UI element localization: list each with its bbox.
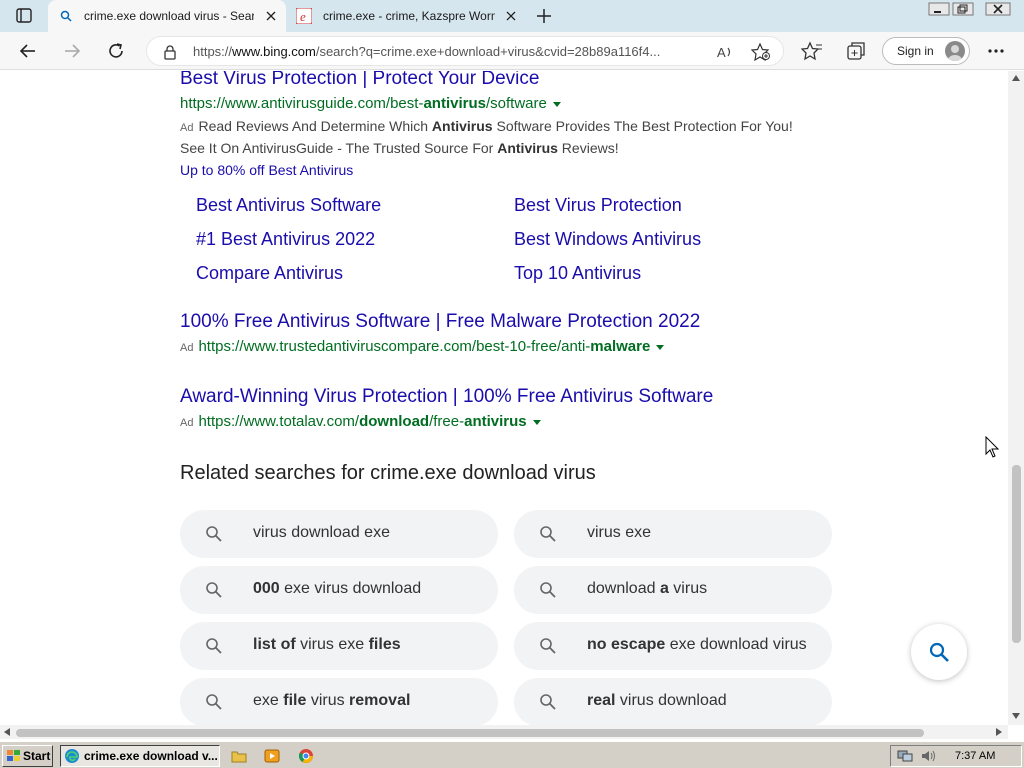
- add-favorite-icon[interactable]: [751, 43, 771, 61]
- scroll-left-icon[interactable]: [4, 728, 10, 736]
- related-search-text: virus download exe: [253, 524, 390, 541]
- search-icon: [60, 10, 72, 22]
- tab-title: crime.exe - crime, Kazspre Worm: [323, 9, 495, 23]
- tab-actions-icon[interactable]: [12, 6, 36, 26]
- ad-title[interactable]: Award-Winning Virus Protection | 100% Fr…: [180, 386, 713, 408]
- ad-sitelink[interactable]: Compare Antivirus: [196, 263, 343, 284]
- windows-logo-icon: [6, 749, 21, 763]
- search-icon: [539, 525, 557, 543]
- address-bar[interactable]: https://www.bing.com/search?q=crime.exe+…: [146, 36, 784, 66]
- folder-icon[interactable]: [231, 748, 247, 764]
- ad-badge: Ad: [180, 122, 194, 134]
- taskbar: Start crime.exe download v... 7:37 AM: [0, 741, 1024, 768]
- collections-icon[interactable]: [845, 40, 867, 62]
- ad-sitelink[interactable]: Best Virus Protection: [514, 195, 682, 216]
- title-bar: crime.exe download virus - Search e crim…: [0, 0, 1024, 32]
- close-icon[interactable]: [264, 9, 278, 23]
- system-tray: 7:37 AM: [890, 745, 1022, 767]
- search-icon: [539, 581, 557, 599]
- volume-icon[interactable]: [921, 749, 937, 763]
- sign-in-button[interactable]: Sign in: [882, 37, 970, 65]
- related-search-text: list of virus exe files: [253, 636, 401, 653]
- caret-down-icon[interactable]: [656, 344, 665, 350]
- related-search-item[interactable]: list of virus exe files: [180, 622, 498, 670]
- minimize-icon[interactable]: [928, 2, 950, 16]
- tab-title: crime.exe download virus - Search: [84, 9, 254, 23]
- ad-sitelink[interactable]: Top 10 Antivirus: [514, 263, 641, 284]
- caret-down-icon[interactable]: [532, 419, 541, 425]
- ad-description: Ad Read Reviews And Determine Which Antiv…: [180, 118, 793, 134]
- search-results-page: Best Virus Protection | Protect Your Dev…: [0, 71, 1008, 725]
- search-icon: [539, 693, 557, 711]
- address-url: https://www.bing.com/search?q=crime.exe+…: [193, 44, 661, 59]
- floating-search-button[interactable]: [911, 624, 967, 680]
- ad-promo-link[interactable]: Up to 80% off Best Antivirus: [180, 162, 353, 178]
- ad-sitelink[interactable]: Best Antivirus Software: [196, 195, 381, 216]
- restore-icon[interactable]: [952, 2, 974, 16]
- start-button[interactable]: Start: [2, 745, 53, 767]
- vertical-scroll-thumb[interactable]: [1012, 465, 1021, 643]
- search-icon: [539, 637, 557, 655]
- lock-icon[interactable]: [163, 44, 177, 60]
- search-icon: [205, 637, 223, 655]
- search-icon: [928, 641, 950, 663]
- related-search-item[interactable]: virus download exe: [180, 510, 498, 558]
- ad-sitelink[interactable]: #1 Best Antivirus 2022: [196, 229, 375, 250]
- tab-crime[interactable]: e crime.exe - crime, Kazspre Worm: [288, 0, 526, 32]
- ad-badge: Ad: [180, 417, 194, 429]
- tab-search[interactable]: crime.exe download virus - Search: [48, 0, 286, 32]
- ad-sitelink[interactable]: Best Windows Antivirus: [514, 229, 701, 250]
- ad-url[interactable]: Ad https://www.totalav.com/download/free-…: [180, 413, 541, 430]
- related-search-text: no escape exe download virus: [587, 636, 807, 653]
- scroll-right-icon[interactable]: [996, 728, 1002, 736]
- more-options-icon[interactable]: [985, 40, 1007, 62]
- scroll-up-icon[interactable]: [1012, 75, 1020, 81]
- ad-url[interactable]: Ad https://www.trustedantiviruscompare.co…: [180, 338, 665, 355]
- related-search-item[interactable]: 000 exe virus download: [180, 566, 498, 614]
- search-icon: [205, 581, 223, 599]
- related-search-item[interactable]: real virus download: [514, 678, 832, 725]
- network-icon[interactable]: [897, 749, 913, 763]
- related-search-item[interactable]: download a virus: [514, 566, 832, 614]
- related-search-text: virus exe: [587, 524, 652, 541]
- search-icon: [205, 525, 223, 543]
- new-tab-icon[interactable]: [534, 6, 554, 26]
- media-player-icon[interactable]: [264, 748, 280, 764]
- chrome-icon[interactable]: [298, 748, 314, 764]
- favorites-icon[interactable]: [801, 40, 823, 62]
- related-search-text: 000 exe virus download: [253, 580, 422, 597]
- forward-arrow-icon[interactable]: [61, 40, 83, 62]
- browser-toolbar: https://www.bing.com/search?q=crime.exe+…: [0, 32, 1024, 70]
- scroll-down-icon[interactable]: [1012, 713, 1020, 719]
- ad-url[interactable]: https://www.antivirusguide.com/best-anti…: [180, 95, 561, 112]
- ad-title[interactable]: Best Virus Protection | Protect Your Dev…: [180, 71, 539, 90]
- ad-description: See It On AntivirusGuide - The Trusted S…: [180, 140, 619, 156]
- caret-down-icon[interactable]: [552, 101, 561, 107]
- read-aloud-icon[interactable]: A: [717, 44, 735, 60]
- svg-text:A: A: [717, 45, 726, 60]
- ad-title[interactable]: 100% Free Antivirus Software | Free Malw…: [180, 311, 700, 333]
- related-searches-heading: Related searches for crime.exe download …: [180, 462, 596, 484]
- back-arrow-icon[interactable]: [17, 40, 39, 62]
- close-window-icon[interactable]: [985, 2, 1011, 16]
- refresh-icon[interactable]: [105, 40, 127, 62]
- related-search-text: exe file virus removal: [253, 692, 411, 709]
- related-search-text: download a virus: [587, 580, 708, 597]
- related-search-item[interactable]: exe file virus removal: [180, 678, 498, 725]
- mouse-cursor-icon: [985, 436, 1001, 460]
- avatar-icon: [945, 41, 965, 61]
- ie-icon: e: [296, 8, 312, 24]
- related-search-text: real virus download: [587, 692, 727, 709]
- related-search-item[interactable]: no escape exe download virus: [514, 622, 832, 670]
- edge-icon: [64, 748, 80, 764]
- svg-text:e: e: [300, 9, 306, 24]
- search-icon: [205, 693, 223, 711]
- clock: 7:37 AM: [955, 750, 996, 762]
- horizontal-scroll-thumb[interactable]: [16, 729, 924, 737]
- close-icon[interactable]: [504, 9, 518, 23]
- taskbar-item-browser[interactable]: crime.exe download v...: [60, 745, 220, 767]
- ad-badge: Ad: [180, 342, 194, 354]
- related-search-item[interactable]: virus exe: [514, 510, 832, 558]
